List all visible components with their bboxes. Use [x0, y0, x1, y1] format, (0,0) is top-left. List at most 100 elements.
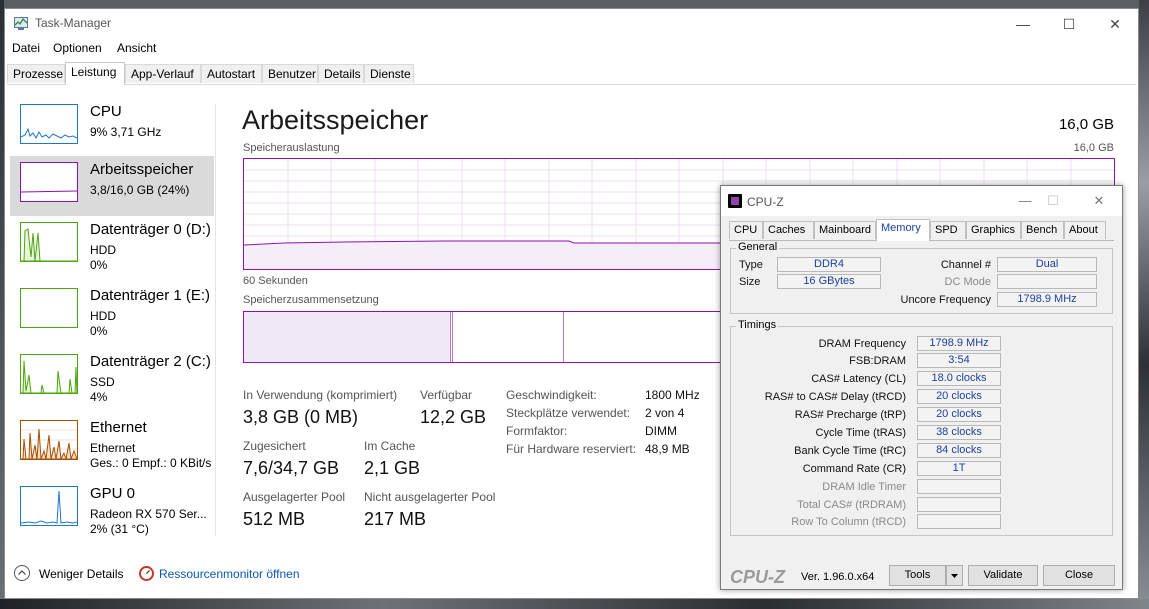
- cached-value: 2,1 GB: [364, 458, 421, 478]
- cpuz-fsb-dram-label: FSB:DRAM: [849, 355, 906, 367]
- paged-pool-value: 512 MB: [243, 509, 306, 529]
- cpuz-title-bar[interactable]: CPU-Z — ☐ ✕: [721, 186, 1122, 216]
- time-axis-label: 60 Sekunden: [243, 275, 308, 287]
- cpuz-row-to-column-value: [917, 514, 1001, 529]
- sidebar-item-disk-1[interactable]: Datenträger 1 (E:) HDD 0%: [10, 282, 214, 342]
- cpuz-cas-latency-label: CAS# Latency (CL): [811, 373, 906, 385]
- cpuz-tab-spd[interactable]: SPD: [930, 221, 966, 239]
- sidebar-ethernet-adapter: Ethernet: [90, 441, 136, 455]
- cpuz-tab-about[interactable]: About: [1064, 221, 1106, 239]
- reserved-value: 48,9 MB: [645, 442, 690, 456]
- desktop-edge-bottom: [0, 599, 1149, 609]
- cpuz-dram-frequency-value: 1798.9 MHz: [917, 336, 1001, 351]
- disk1-thumbnail-graph: [20, 288, 78, 328]
- menu-ansicht[interactable]: Ansicht: [117, 41, 156, 55]
- cpuz-tools-button[interactable]: Tools: [889, 565, 946, 586]
- available-value: 12,2 GB: [420, 407, 487, 427]
- cpuz-minimize-button[interactable]: —: [1011, 186, 1039, 216]
- tab-app-verlauf[interactable]: App-Verlauf: [125, 64, 201, 83]
- cpuz-general-group: General Type DDR4 Size 16 GBytes Channel…: [730, 241, 1113, 314]
- title-bar[interactable]: Task-Manager — ☐ ✕: [5, 9, 1138, 39]
- sidebar-gpu-model: Radeon RX 570 Ser...: [90, 507, 207, 521]
- composition-label: Speicherzusammensetzung: [243, 294, 379, 306]
- cpuz-trc-value: 84 clocks: [917, 443, 1001, 458]
- sidebar-disk1-name: Datenträger 1 (E:): [90, 287, 211, 304]
- formfactor-label: Formfaktor:: [506, 424, 568, 438]
- cpuz-window: CPU-Z — ☐ ✕ CPU Caches Mainboard Memory …: [720, 185, 1123, 590]
- sidebar-ethernet-throughput: Ges.: 0 Empf.: 0 KBit/s: [90, 456, 212, 470]
- cpuz-tab-memory[interactable]: Memory: [876, 219, 930, 241]
- chevron-up-icon[interactable]: [14, 565, 30, 581]
- cpuz-close-button[interactable]: ✕: [1085, 186, 1113, 216]
- fewer-details-button[interactable]: Weniger Details: [39, 567, 123, 581]
- page-title: Arbeitsspeicher: [242, 105, 429, 135]
- cpuz-fsb-dram-value: 3:54: [917, 353, 1001, 368]
- cpuz-tab-graphics[interactable]: Graphics: [966, 221, 1021, 239]
- cpuz-tab-mainboard[interactable]: Mainboard: [814, 221, 876, 239]
- sidebar-memory-name: Arbeitsspeicher: [90, 161, 194, 178]
- cached-label: Im Cache: [364, 439, 416, 453]
- sidebar-divider: [215, 104, 216, 536]
- menu-datei[interactable]: Datei: [12, 41, 40, 55]
- sidebar-disk2-name: Datenträger 2 (C:): [90, 353, 211, 370]
- tab-prozesse[interactable]: Prozesse: [7, 64, 65, 83]
- inuse-value: 3,8 GB (0 MB): [243, 407, 359, 427]
- composition-standby: [563, 312, 564, 362]
- cpuz-total-cas-value: [917, 497, 1001, 512]
- open-resource-monitor-link[interactable]: Ressourcenmonitor öffnen: [159, 567, 300, 581]
- cpuz-size-value: 16 GBytes: [777, 274, 881, 289]
- sidebar-cpu-usage: 9% 3,71 GHz: [90, 125, 162, 139]
- cpuz-channel-label: Channel #: [940, 259, 991, 271]
- available-label: Verfügbar: [420, 388, 473, 402]
- sidebar-disk0-name: Datenträger 0 (D:): [90, 221, 211, 238]
- sidebar-item-gpu[interactable]: GPU 0 Radeon RX 570 Ser... 2% (31 °C): [10, 480, 214, 540]
- cpuz-brand-logo: CPU-Z: [730, 567, 785, 587]
- tab-dienste[interactable]: Dienste: [364, 64, 414, 83]
- sidebar-cpu-name: CPU: [90, 103, 122, 120]
- close-button[interactable]: ✕: [1092, 9, 1138, 39]
- cpuz-cas-latency-value: 18.0 clocks: [917, 371, 1001, 386]
- cpuz-type-value: DDR4: [777, 257, 881, 272]
- speed-label: Geschwindigkeit:: [506, 388, 597, 402]
- speed-value: 1800 MHz: [645, 388, 700, 402]
- cpuz-validate-button[interactable]: Validate: [968, 565, 1038, 586]
- minimize-button[interactable]: —: [1000, 9, 1046, 39]
- cpuz-tab-caches[interactable]: Caches: [763, 221, 814, 239]
- cpuz-uncore-label: Uncore Frequency: [900, 294, 992, 306]
- memory-total: 16,0 GB: [1058, 116, 1114, 133]
- sidebar-item-disk-0[interactable]: Datenträger 0 (D:) HDD 0%: [10, 216, 214, 276]
- cpuz-tab-cpu[interactable]: CPU: [729, 221, 763, 239]
- cpuz-tras-label: Cycle Time (tRAS): [815, 427, 906, 439]
- cpuz-tab-bench[interactable]: Bench: [1021, 221, 1064, 239]
- dropdown-arrow-icon: [951, 574, 958, 578]
- cpuz-tras-value: 38 clocks: [917, 425, 1001, 440]
- tab-details[interactable]: Details: [318, 64, 364, 83]
- sidebar-disk1-usage: 0%: [90, 324, 108, 338]
- sidebar-ethernet-name: Ethernet: [90, 419, 147, 436]
- cpuz-app-icon: [728, 194, 742, 208]
- maximize-button[interactable]: ☐: [1046, 9, 1092, 39]
- sidebar-item-memory[interactable]: Arbeitsspeicher 3,8/16,0 GB (24%): [10, 156, 214, 216]
- tab-autostart[interactable]: Autostart: [201, 64, 262, 83]
- sidebar-item-ethernet[interactable]: Ethernet Ethernet Ges.: 0 Empf.: 0 KBit/…: [10, 414, 214, 474]
- nonpaged-pool-label: Nicht ausgelagerter Pool: [364, 490, 496, 504]
- sidebar-disk0-usage: 0%: [90, 258, 108, 272]
- composition-in-use: [244, 312, 451, 362]
- cpuz-tools-dropdown[interactable]: [946, 565, 963, 586]
- cpuz-row-to-column-label: Row To Column (tRCD): [791, 516, 906, 528]
- cpuz-uncore-value: 1798.9 MHz: [997, 292, 1097, 307]
- cpuz-tab-bar: CPU Caches Mainboard Memory SPD Graphics…: [729, 219, 1114, 241]
- cpuz-total-cas-label: Total CAS# (tRDRAM): [797, 499, 906, 511]
- menu-optionen[interactable]: Optionen: [53, 41, 102, 55]
- committed-value: 7,6/34,7 GB: [243, 458, 340, 478]
- tab-benutzer[interactable]: Benutzer: [262, 64, 318, 83]
- cpuz-maximize-button[interactable]: ☐: [1039, 186, 1067, 216]
- tab-leistung[interactable]: Leistung: [65, 62, 125, 85]
- cpuz-close-app-button[interactable]: Close: [1043, 565, 1115, 586]
- cpuz-dram-idle-timer-label: DRAM Idle Timer: [822, 481, 906, 493]
- ethernet-thumbnail-graph: [20, 420, 78, 460]
- cpuz-general-label: General: [736, 241, 780, 253]
- sidebar-item-cpu[interactable]: CPU 9% 3,71 GHz: [10, 98, 214, 158]
- sidebar-item-disk-2[interactable]: Datenträger 2 (C:) SSD 4%: [10, 348, 214, 408]
- cpuz-trp-value: 20 clocks: [917, 407, 1001, 422]
